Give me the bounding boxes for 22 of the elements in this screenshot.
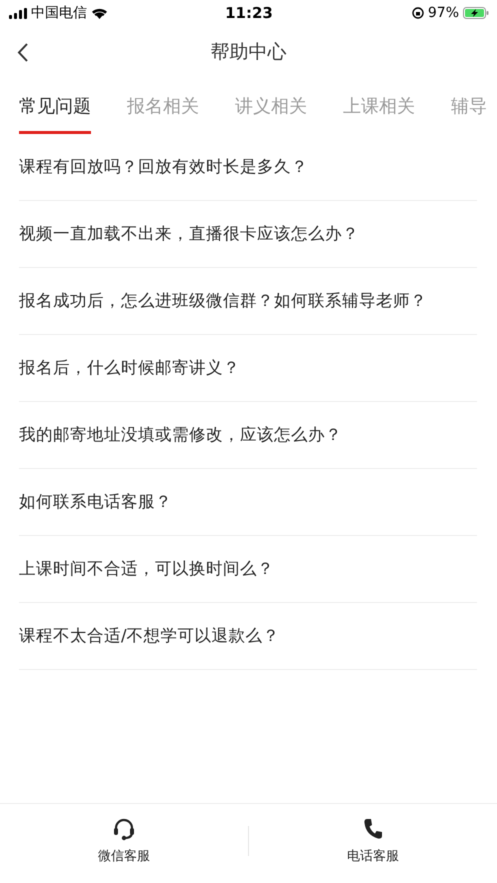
page-title: 帮助中心 xyxy=(210,40,286,65)
question-link[interactable]: 上课时间不合适，可以换时间么？ xyxy=(19,558,274,580)
wifi-icon xyxy=(91,7,108,19)
service-button[interactable]: 微信客服 xyxy=(0,816,248,864)
battery-percent: 97% xyxy=(428,5,459,21)
question-link[interactable]: 课程不太合适/不想学可以退款么？ xyxy=(19,625,280,647)
question-link[interactable]: 报名成功后，怎么进班级微信群？如何联系辅导老师？ xyxy=(19,290,427,312)
service-button[interactable]: 电话客服 xyxy=(249,816,497,864)
battery-charging-icon xyxy=(463,7,489,19)
question-link[interactable]: 课程有回放吗？回放有效时长是多久？ xyxy=(19,156,308,178)
rotation-lock-icon xyxy=(412,7,424,19)
question-link[interactable]: 报名后，什么时候邮寄讲义？ xyxy=(19,357,240,379)
headset-icon xyxy=(113,816,135,840)
question-link[interactable]: 我的邮寄地址没填或需修改，应该怎么办？ xyxy=(19,424,342,446)
phone-icon xyxy=(362,816,384,840)
question-link[interactable]: 如何联系电话客服？ xyxy=(19,491,172,513)
status-time: 11:23 xyxy=(225,4,273,22)
carrier-name: 中国电信 xyxy=(31,4,87,22)
back-icon[interactable] xyxy=(17,43,28,62)
signal-icon xyxy=(9,8,27,18)
category-tab[interactable]: 常见问题 xyxy=(19,78,91,134)
question-link[interactable]: 视频一直加载不出来，直播很卡应该怎么办？ xyxy=(19,223,359,245)
